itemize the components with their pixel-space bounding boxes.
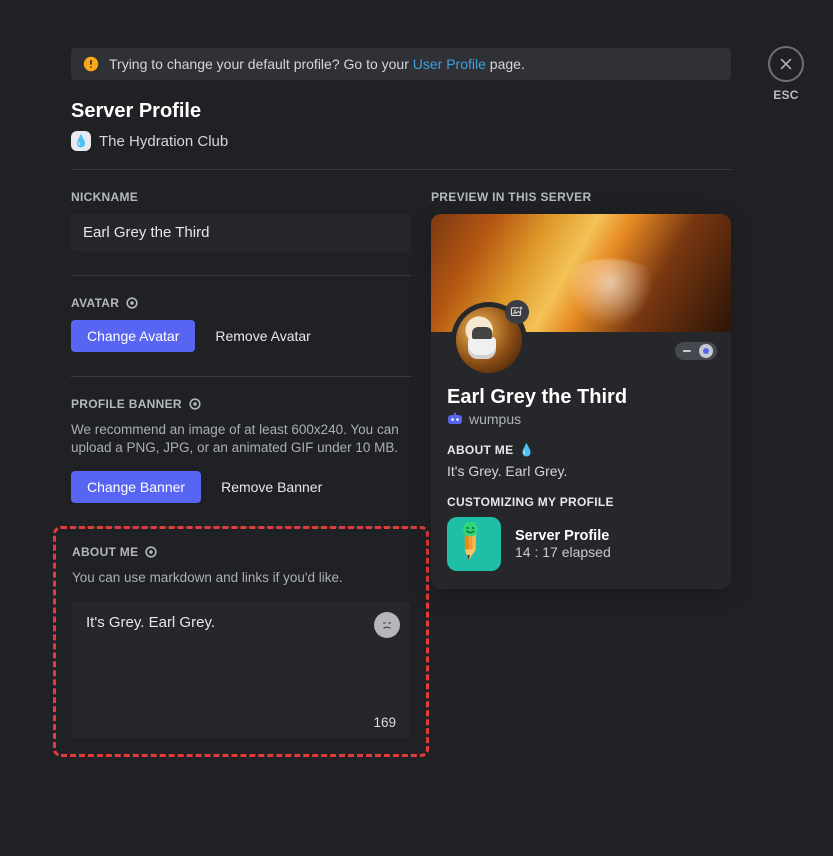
server-icon: 💧	[71, 131, 91, 151]
notice-text: Trying to change your default profile? G…	[109, 56, 525, 72]
about-me-label: ABOUT ME	[72, 545, 410, 559]
server-name: The Hydration Club	[99, 133, 228, 150]
preview-card: Earl Grey the Third wumpus ABOUT ME 💧	[431, 214, 731, 589]
divider	[71, 169, 731, 170]
preview-about-label: ABOUT ME 💧	[447, 443, 715, 457]
wave-emoji-icon: 💧	[519, 443, 534, 457]
remove-avatar-button[interactable]: Remove Avatar	[211, 320, 314, 352]
divider	[71, 376, 411, 377]
profile-notice: Trying to change your default profile? G…	[71, 48, 731, 80]
nickname-label: NICKNAME	[71, 190, 411, 204]
change-avatar-button[interactable]: Change Avatar	[71, 320, 195, 352]
server-row: 💧 The Hydration Club	[71, 131, 731, 151]
divider	[71, 275, 411, 276]
banner-help: We recommend an image of at least 600x24…	[71, 421, 411, 457]
preview-username-row: wumpus	[447, 411, 715, 427]
change-banner-button[interactable]: Change Banner	[71, 471, 201, 503]
avatar-label: AVATAR	[71, 296, 411, 310]
preview-display-name: Earl Grey the Third	[447, 386, 715, 409]
preview-activity-label: CUSTOMIZING MY PROFILE	[447, 495, 715, 509]
nitro-icon	[188, 397, 202, 411]
char-count: 169	[373, 715, 396, 730]
emoji-picker-button[interactable]	[374, 612, 400, 638]
nitro-icon	[144, 545, 158, 559]
activity-icon	[447, 517, 501, 571]
preview-username: wumpus	[469, 411, 521, 427]
nitro-icon	[125, 296, 139, 310]
page-title: Server Profile	[71, 100, 731, 123]
user-profile-link[interactable]: User Profile	[413, 56, 486, 72]
about-me-highlight: ABOUT ME You can use markdown and links …	[53, 526, 429, 756]
warning-icon	[83, 56, 99, 72]
remove-banner-button[interactable]: Remove Banner	[217, 471, 326, 503]
activity-elapsed: 14 : 17 elapsed	[515, 544, 611, 560]
preview-about-text: It's Grey. Earl Grey.	[447, 463, 715, 479]
nickname-input[interactable]	[71, 214, 411, 251]
upload-image-icon	[510, 305, 524, 319]
upload-avatar-button[interactable]	[505, 300, 529, 324]
esc-label: ESC	[770, 88, 802, 102]
preview-label: PREVIEW IN THIS SERVER	[431, 190, 731, 204]
emoji-icon	[378, 616, 396, 634]
about-me-help: You can use markdown and links if you'd …	[72, 569, 410, 587]
close-button[interactable]	[768, 46, 804, 82]
close-icon	[777, 55, 795, 73]
bot-icon	[447, 411, 463, 427]
activity-title: Server Profile	[515, 528, 611, 544]
banner-label: PROFILE BANNER	[71, 397, 411, 411]
pencil-icon	[452, 522, 496, 566]
about-me-textarea[interactable]	[86, 614, 366, 694]
activity-row: Server Profile 14 : 17 elapsed	[447, 517, 715, 571]
about-me-field[interactable]: 169	[72, 602, 410, 738]
